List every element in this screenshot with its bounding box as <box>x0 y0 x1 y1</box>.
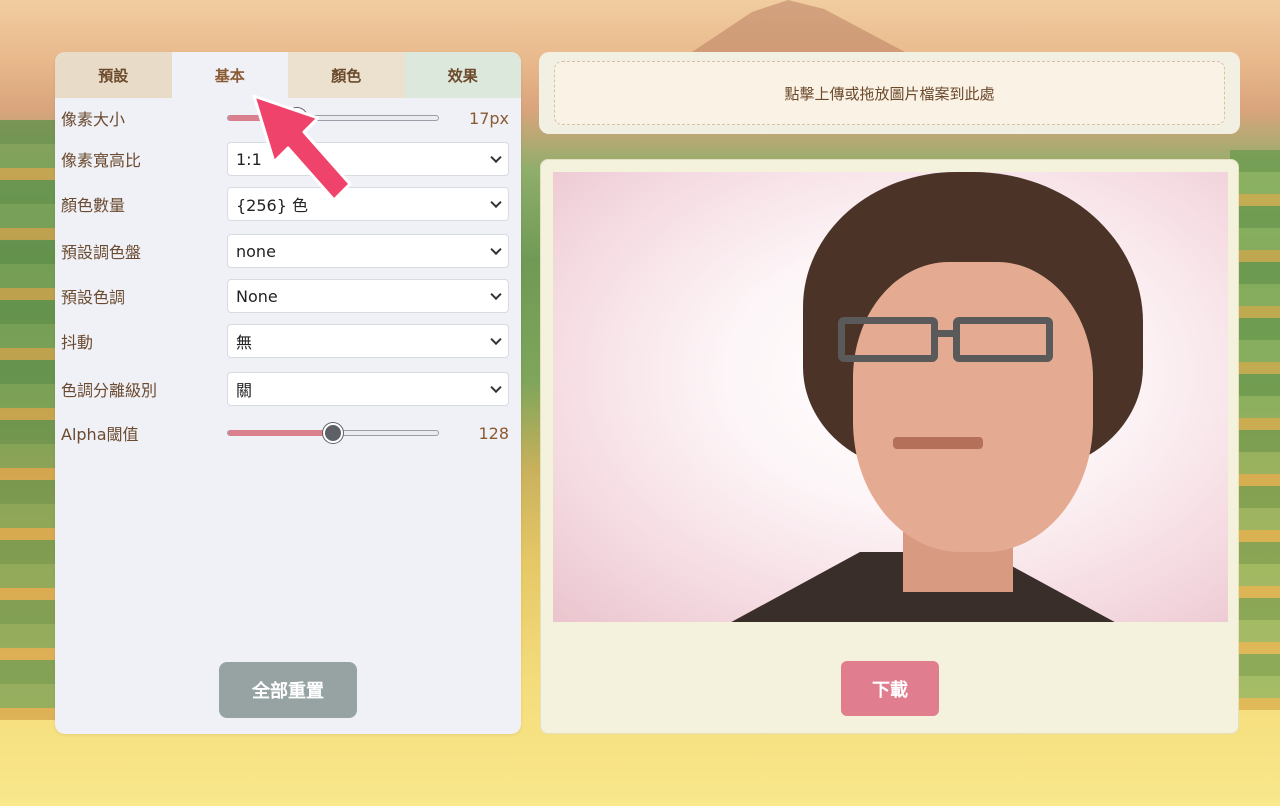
palette-row: 預設調色盤 none <box>61 234 509 268</box>
tone-row: 預設色調 None <box>61 279 509 313</box>
palette-select[interactable]: none <box>227 234 509 268</box>
chevron-down-icon <box>490 243 502 256</box>
alpha-slider-fill <box>228 430 333 436</box>
posterize-label: 色調分離級別 <box>61 381 158 400</box>
color-count-select[interactable]: {256} 色 <box>227 187 509 221</box>
preview-glasses-right <box>953 317 1053 362</box>
pixel-size-label: 像素大小 <box>61 110 126 129</box>
dither-value: 無 <box>236 333 253 352</box>
alpha-label: Alpha閾值 <box>61 425 139 444</box>
color-count-label: 顏色數量 <box>61 196 126 215</box>
tab-colors[interactable]: 顏色 <box>288 52 405 98</box>
tone-select[interactable]: None <box>227 279 509 313</box>
palette-value: none <box>236 241 276 261</box>
background-mountain <box>680 0 920 60</box>
color-count-value: {256} 色 <box>236 196 308 215</box>
preview-glasses-left <box>838 317 938 362</box>
dither-label: 抖動 <box>61 333 94 352</box>
alpha-row: Alpha閾值 128 <box>61 421 509 445</box>
tab-presets[interactable]: 預設 <box>55 52 172 98</box>
tab-bar: 預設 基本 顏色 效果 <box>55 52 521 98</box>
posterize-row: 色調分離級別 關 <box>61 372 509 406</box>
aspect-ratio-label: 像素寬高比 <box>61 151 142 170</box>
aspect-ratio-select[interactable]: 1:1 <box>227 142 509 176</box>
aspect-ratio-value: 1:1 <box>236 149 262 169</box>
aspect-ratio-row: 像素寬高比 1:1 <box>61 142 509 176</box>
chevron-down-icon <box>490 196 502 209</box>
preview-panel: 下載 <box>540 159 1239 734</box>
upload-prompt: 點擊上傳或拖放圖片檔案到此處 <box>784 84 995 103</box>
chevron-down-icon <box>490 381 502 394</box>
pixel-size-value: 17px <box>469 108 509 128</box>
chevron-down-icon <box>490 288 502 301</box>
alpha-slider[interactable] <box>227 423 439 443</box>
preview-glasses-bridge <box>936 330 956 337</box>
upload-dropzone[interactable]: 點擊上傳或拖放圖片檔案到此處 <box>554 61 1225 125</box>
alpha-slider-thumb[interactable] <box>323 423 343 443</box>
upload-panel: 點擊上傳或拖放圖片檔案到此處 <box>539 52 1240 134</box>
preview-face <box>853 262 1093 552</box>
pixel-size-slider[interactable] <box>227 108 439 128</box>
tone-value: None <box>236 286 278 306</box>
palette-label: 預設調色盤 <box>61 243 142 262</box>
dither-row: 抖動 無 <box>61 324 509 358</box>
reset-all-button[interactable]: 全部重置 <box>219 662 357 718</box>
pixel-size-slider-thumb[interactable] <box>287 108 308 128</box>
pixel-size-row: 像素大小 17px <box>61 106 509 130</box>
tone-label: 預設色調 <box>61 288 126 307</box>
settings-panel: 預設 基本 顏色 效果 像素大小 17px 像素寬高比 1:1 顏色數量 {25… <box>55 52 521 734</box>
download-button[interactable]: 下載 <box>841 661 939 716</box>
dither-select[interactable]: 無 <box>227 324 509 358</box>
color-count-row: 顏色數量 {256} 色 <box>61 187 509 221</box>
pixelated-preview-image <box>553 172 1228 622</box>
preview-mouth <box>893 437 983 449</box>
chevron-down-icon <box>490 151 502 164</box>
chevron-down-icon <box>490 333 502 346</box>
tab-basic[interactable]: 基本 <box>171 52 288 98</box>
posterize-value: 關 <box>236 381 253 400</box>
alpha-value: 128 <box>478 423 509 443</box>
posterize-select[interactable]: 關 <box>227 372 509 406</box>
tab-effects[interactable]: 效果 <box>404 52 521 98</box>
